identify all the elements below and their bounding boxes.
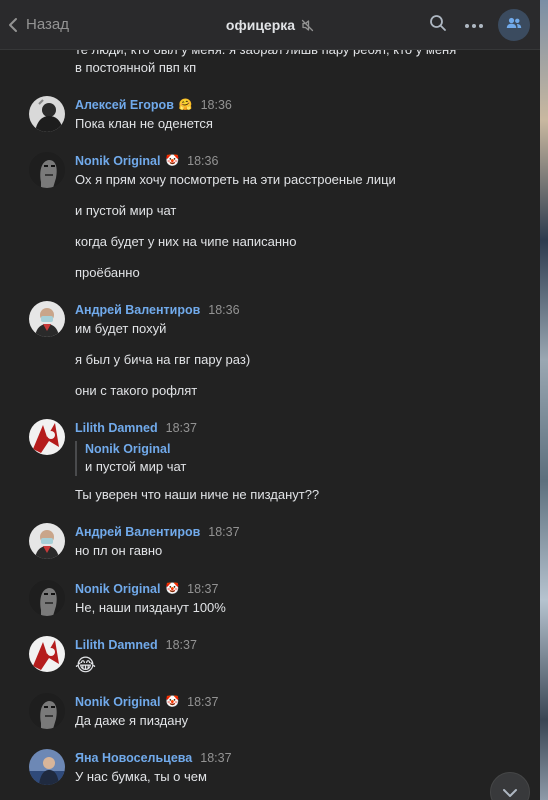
message-text: У нас бумка, ты о чем [75, 769, 207, 784]
message-time[interactable]: 18:37 [166, 421, 197, 435]
author-name[interactable]: Nonik Original [75, 154, 160, 168]
background-wallpaper-strip [540, 0, 548, 800]
message-text: Да даже я пиздану [75, 713, 189, 728]
message-text: Не, наши пизданут 100% [75, 600, 226, 615]
author-name[interactable]: Андрей Валентиров [75, 303, 200, 317]
message-text: им будет похуй [75, 321, 167, 336]
avatar[interactable] [29, 301, 65, 337]
message-text: Пока клан не оденется [75, 116, 213, 131]
partial-message: те люди, кто был у меня. я забрал лишь п… [75, 50, 456, 77]
message-text: они с такого рофлят [75, 383, 198, 398]
chevron-down-icon [502, 785, 518, 800]
author-name[interactable]: Nonik Original [75, 695, 160, 709]
message-text: Ох я прям хочу посмотреть на эти расстро… [75, 172, 396, 187]
message-text: Ты уверен что наши ниче не пизданут?? [75, 487, 320, 502]
status-badge: 🤡 [165, 582, 180, 595]
search-icon [429, 14, 447, 37]
message-time[interactable]: 18:36 [208, 303, 239, 317]
message-time[interactable]: 18:37 [187, 695, 218, 709]
message-text: в постоянной пвп кп [75, 60, 197, 75]
avatar[interactable] [29, 749, 65, 785]
reply-text: и пустой мир чат [85, 459, 187, 474]
avatar[interactable] [29, 96, 65, 132]
reply-quote[interactable]: Nonik Original и пустой мир чат [75, 441, 186, 476]
chat-window: Назад офицерка в постоянной пвп кп Алекс… [0, 0, 540, 800]
avatar[interactable] [29, 419, 65, 455]
members-icon [506, 16, 522, 34]
more-icon [464, 16, 484, 34]
mute-icon [301, 19, 314, 32]
message-time[interactable]: 18:37 [187, 582, 218, 596]
avatar[interactable] [29, 693, 65, 729]
message-text: я был у бича на гвг пару раз) [75, 352, 251, 367]
avatar[interactable] [29, 636, 65, 672]
author-name[interactable]: Андрей Валентиров [75, 525, 200, 539]
message-time[interactable]: 18:37 [208, 525, 239, 539]
author-name[interactable]: Lilith Damned [75, 421, 158, 435]
back-label: Назад [26, 16, 69, 33]
message-time[interactable]: 18:37 [166, 638, 197, 652]
author-name[interactable]: Lilith Damned [75, 638, 158, 652]
message-time[interactable]: 18:36 [201, 98, 232, 112]
chat-title: офицерка [225, 17, 296, 33]
status-badge: 🤡 [165, 695, 180, 708]
avatar[interactable] [29, 523, 65, 559]
back-button[interactable]: Назад [0, 0, 69, 50]
chevron-left-icon [8, 17, 18, 33]
message-feed[interactable]: те люди, кто был у меня. я забрал лишь п… [0, 50, 540, 800]
message-time[interactable]: 18:37 [200, 751, 231, 765]
message-text: проёбанно [75, 265, 140, 280]
status-badge: 🤡 [165, 154, 180, 167]
search-button[interactable] [420, 7, 456, 43]
reply-author: Nonik Original [85, 442, 171, 456]
avatar[interactable] [29, 152, 65, 188]
more-button[interactable] [456, 7, 492, 43]
message-text: те люди, кто был у меня. я забрал лишь п… [75, 50, 456, 59]
message-text: и пустой мир чат [75, 203, 177, 218]
emoji-message: 😂 [75, 655, 97, 675]
author-name[interactable]: Nonik Original [75, 582, 160, 596]
author-name[interactable]: Алексей Егоров [75, 98, 174, 112]
message-text: но пл он гавно [75, 543, 163, 558]
message-text: когда будет у них на чипе написанно [75, 234, 297, 249]
members-button[interactable] [498, 9, 530, 41]
author-name[interactable]: Яна Новосельцева [75, 751, 192, 765]
message-time[interactable]: 18:36 [187, 154, 218, 168]
chat-header: Назад офицерка [0, 0, 540, 50]
avatar[interactable] [29, 580, 65, 616]
status-badge: 🤗 [178, 98, 193, 111]
